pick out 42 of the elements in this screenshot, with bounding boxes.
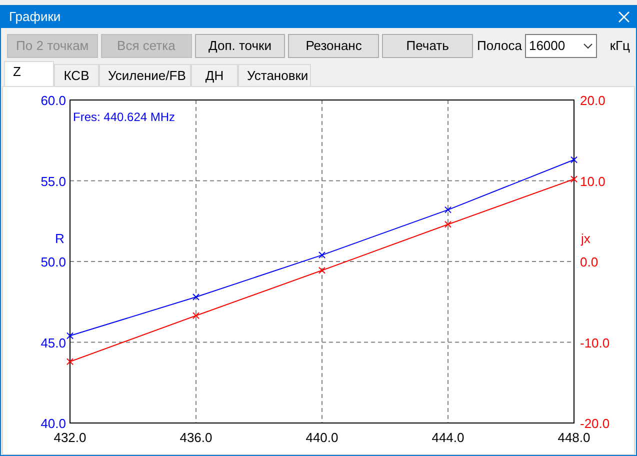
close-icon[interactable]	[618, 10, 630, 22]
point-marker	[570, 156, 578, 164]
point-marker	[66, 358, 74, 366]
tab[interactable]: ДН	[191, 64, 238, 86]
axis-label: R	[55, 231, 64, 246]
y2-tick-label: -20.0	[580, 416, 610, 431]
x-tick-label: 436.0	[180, 430, 212, 445]
y2-tick-label: 0.0	[580, 254, 598, 270]
tab[interactable]: Усиление/FB	[99, 64, 191, 86]
x-tick-label: 432.0	[54, 430, 86, 445]
point-marker	[66, 332, 74, 340]
point-marker	[192, 312, 200, 320]
axis-label: jx	[581, 231, 590, 246]
y-tick-label: 40.0	[40, 416, 66, 431]
point-marker	[570, 176, 578, 183]
y-tick-label: 55.0	[40, 174, 66, 189]
y-tick-label: 50.0	[40, 254, 66, 270]
window-title: Графики	[9, 8, 61, 26]
point-marker	[318, 266, 326, 274]
band-select[interactable]: 16000	[524, 34, 597, 58]
tab[interactable]: Z	[4, 61, 54, 86]
resonance-annotation: Fres: 440.624 MHz	[73, 110, 176, 124]
y2-tick-label: -10.0	[580, 335, 610, 350]
x-tick-label: 448.0	[558, 430, 590, 445]
tab[interactable]: Установки	[238, 64, 311, 86]
chevron-down-icon	[582, 42, 593, 48]
band-label: Полоса	[476, 36, 522, 55]
point-marker	[192, 294, 200, 301]
y-tick-label: 45.0	[40, 335, 66, 350]
tab[interactable]: КСВ	[54, 64, 99, 86]
x-tick-label: 444.0	[432, 430, 464, 445]
y-tick-label: 60.0	[40, 93, 66, 108]
x-tick-label: 440.0	[306, 430, 338, 445]
point-marker	[444, 220, 452, 228]
band-unit: кГц	[610, 36, 630, 55]
y2-tick-label: 10.0	[580, 174, 606, 189]
point-marker	[444, 206, 452, 214]
toolbar-button[interactable]: Доп. точки	[194, 34, 286, 58]
y2-tick-label: 20.0	[580, 93, 606, 108]
toolbar-button[interactable]: Резонанс	[288, 34, 380, 58]
toolbar-button[interactable]: Печать	[382, 34, 473, 58]
point-marker	[318, 252, 326, 259]
